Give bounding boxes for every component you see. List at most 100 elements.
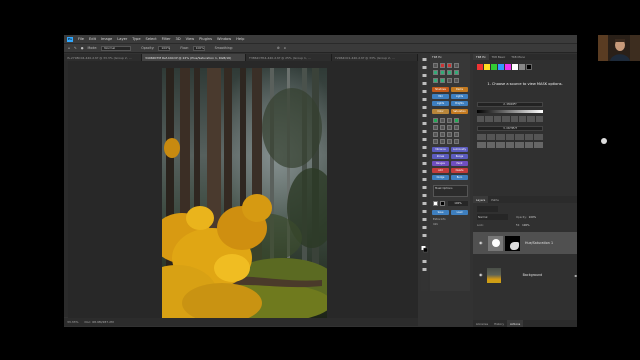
output-icon-3[interactable] [496, 134, 505, 140]
swatch-white[interactable] [512, 64, 518, 70]
swatch-red[interactable] [477, 64, 483, 70]
output-icon-11[interactable] [505, 142, 515, 148]
tk-icon-28[interactable] [454, 139, 459, 144]
tk-icon-12[interactable] [454, 78, 459, 83]
tk-icon-11[interactable] [447, 78, 452, 83]
canvas-area[interactable] [68, 61, 418, 318]
modify-icon-3[interactable] [493, 116, 502, 122]
swatch-gray[interactable] [519, 64, 525, 70]
tk-icon-7[interactable] [447, 70, 452, 75]
tk-btn-darks[interactable]: Darks [451, 87, 468, 92]
visibility-eye-icon[interactable]: ◉ [479, 273, 483, 277]
menu-edit[interactable]: Edit [89, 37, 96, 41]
tk-icon-1[interactable] [433, 63, 438, 68]
tab-document-2[interactable]: 3496RCTM Ref-440.tif @ 22% (Plus/Saturat… [142, 54, 246, 61]
tk-btn-shadows[interactable]: Shadows [432, 87, 449, 92]
tk-icon-4[interactable] [454, 63, 459, 68]
output-icon-9[interactable] [486, 142, 496, 148]
output-icon-7[interactable] [534, 134, 544, 140]
tab-document-4[interactable]: T2964C01-440-2.tif @ 33% (Group 2, ... [332, 54, 418, 61]
modify-icon-2[interactable] [485, 116, 493, 122]
menu-3d[interactable]: 3D [176, 37, 181, 41]
tk-icon-23[interactable] [447, 132, 452, 137]
zoom-level[interactable]: 33.33% [67, 320, 78, 324]
visibility-eye-icon[interactable]: ◉ [479, 241, 484, 245]
tk-btn-mid[interactable]: Mid [432, 94, 449, 99]
fill-value[interactable]: 100% [522, 224, 529, 227]
home-icon[interactable]: ⌂ [68, 46, 70, 50]
layer-opacity-value[interactable]: 100% [529, 216, 536, 219]
tk-icon-13[interactable] [433, 118, 438, 123]
tk-btn-brights[interactable]: Brights [451, 101, 468, 106]
modify-icon-6[interactable] [518, 116, 527, 122]
output-icon-5[interactable] [515, 134, 524, 140]
tk-icon-15[interactable] [447, 118, 452, 123]
tk-icon-26[interactable] [440, 139, 445, 144]
tk-btn-ranges[interactable]: Ranges [432, 161, 449, 166]
tab-document-3[interactable]: T3862CTR4-440-2.tif @ 25% (Group 1, ... [246, 54, 332, 61]
layer-mask-thumbnail[interactable] [505, 235, 520, 251]
menu-image[interactable]: Image [101, 37, 112, 41]
mode-select[interactable]: Normal [101, 45, 132, 51]
forest-photo[interactable] [162, 68, 327, 318]
tab-document-1[interactable]: IS-2798C04-440-2.tif @ 33.3% (Group 2, .… [64, 54, 142, 61]
menu-view[interactable]: View [186, 37, 195, 41]
blend-mode-select[interactable]: Normal [477, 214, 508, 220]
tk-btn-lights[interactable]: Lights [451, 94, 468, 99]
menu-filter[interactable]: Filter [162, 37, 171, 41]
swatch-black[interactable] [526, 64, 532, 70]
tk-btn-vibrance[interactable]: Vibrance [432, 147, 449, 152]
tk-btn-save[interactable]: Save [432, 210, 449, 215]
tk-swatch-white[interactable] [433, 201, 438, 206]
output-icon-6[interactable] [524, 134, 534, 140]
tk-icon-2[interactable] [440, 63, 445, 68]
swatch-green[interactable] [491, 64, 497, 70]
layer-kind-filter[interactable] [477, 206, 498, 212]
layer-name-hue-saturation[interactable]: Hue/Saturation 1 [525, 241, 553, 245]
tk-icon-17[interactable] [433, 125, 438, 130]
tk-icon-22[interactable] [440, 132, 445, 137]
tk-icon-21[interactable] [433, 132, 438, 137]
tk-icon-8[interactable] [454, 70, 459, 75]
tk-icon-18[interactable] [440, 125, 445, 130]
flow-field[interactable]: 100% [192, 45, 205, 51]
tk-icon-25[interactable] [433, 139, 438, 144]
tk-btn-color[interactable]: Color [432, 109, 449, 114]
tk-btn-load[interactable]: Load [451, 210, 468, 215]
menu-plugins[interactable]: Plugins [199, 37, 212, 41]
paint-opacity-field[interactable]: 100% [448, 201, 468, 206]
layer-row-background[interactable]: ◉ Background ▪ [473, 264, 577, 286]
tk-icon-5[interactable] [433, 70, 438, 75]
menu-layer[interactable]: Layer [117, 37, 127, 41]
swatch-yellow[interactable] [484, 64, 490, 70]
tk-btn-lights-2[interactable]: Lights [432, 101, 449, 106]
menu-type[interactable]: Type [132, 37, 140, 41]
tab-tk8-basic[interactable]: TK8 Basic [489, 54, 509, 60]
menu-help[interactable]: Help [236, 37, 244, 41]
tk-icon-10[interactable] [440, 78, 445, 83]
gear-icon[interactable]: ⚙ [277, 46, 280, 50]
modify-icon-4[interactable] [502, 116, 510, 122]
tk-icon-3[interactable] [447, 63, 452, 68]
tk-btn-delete[interactable]: Delete [451, 168, 468, 173]
output-icon-10[interactable] [496, 142, 505, 148]
tab-libraries[interactable]: Libraries [473, 320, 491, 327]
brush-tool-icon[interactable]: ✎ [74, 46, 77, 50]
modify-icon-8[interactable] [535, 116, 543, 122]
tk-btn-dodge[interactable]: Dodge [432, 175, 449, 180]
tk-btn-range[interactable]: Range [451, 154, 468, 159]
swatch-blue[interactable] [498, 64, 504, 70]
output-icon-12[interactable] [515, 142, 524, 148]
tk-icon-6[interactable] [440, 70, 445, 75]
layer-name-background[interactable]: Background [523, 273, 543, 277]
tab-tk8-mono[interactable]: TK8 Mono [508, 54, 528, 60]
tk-icon-19[interactable] [447, 125, 452, 130]
output-icon-4[interactable] [505, 134, 515, 140]
tk-icon-27[interactable] [447, 139, 452, 144]
tk-icon-9[interactable] [433, 78, 438, 83]
menu-select[interactable]: Select [146, 37, 157, 41]
tk-btn-burn[interactable]: Burn [451, 175, 468, 180]
mask-slider[interactable] [477, 110, 543, 113]
output-icon-13[interactable] [524, 142, 534, 148]
modify-icon-7[interactable] [527, 116, 535, 122]
